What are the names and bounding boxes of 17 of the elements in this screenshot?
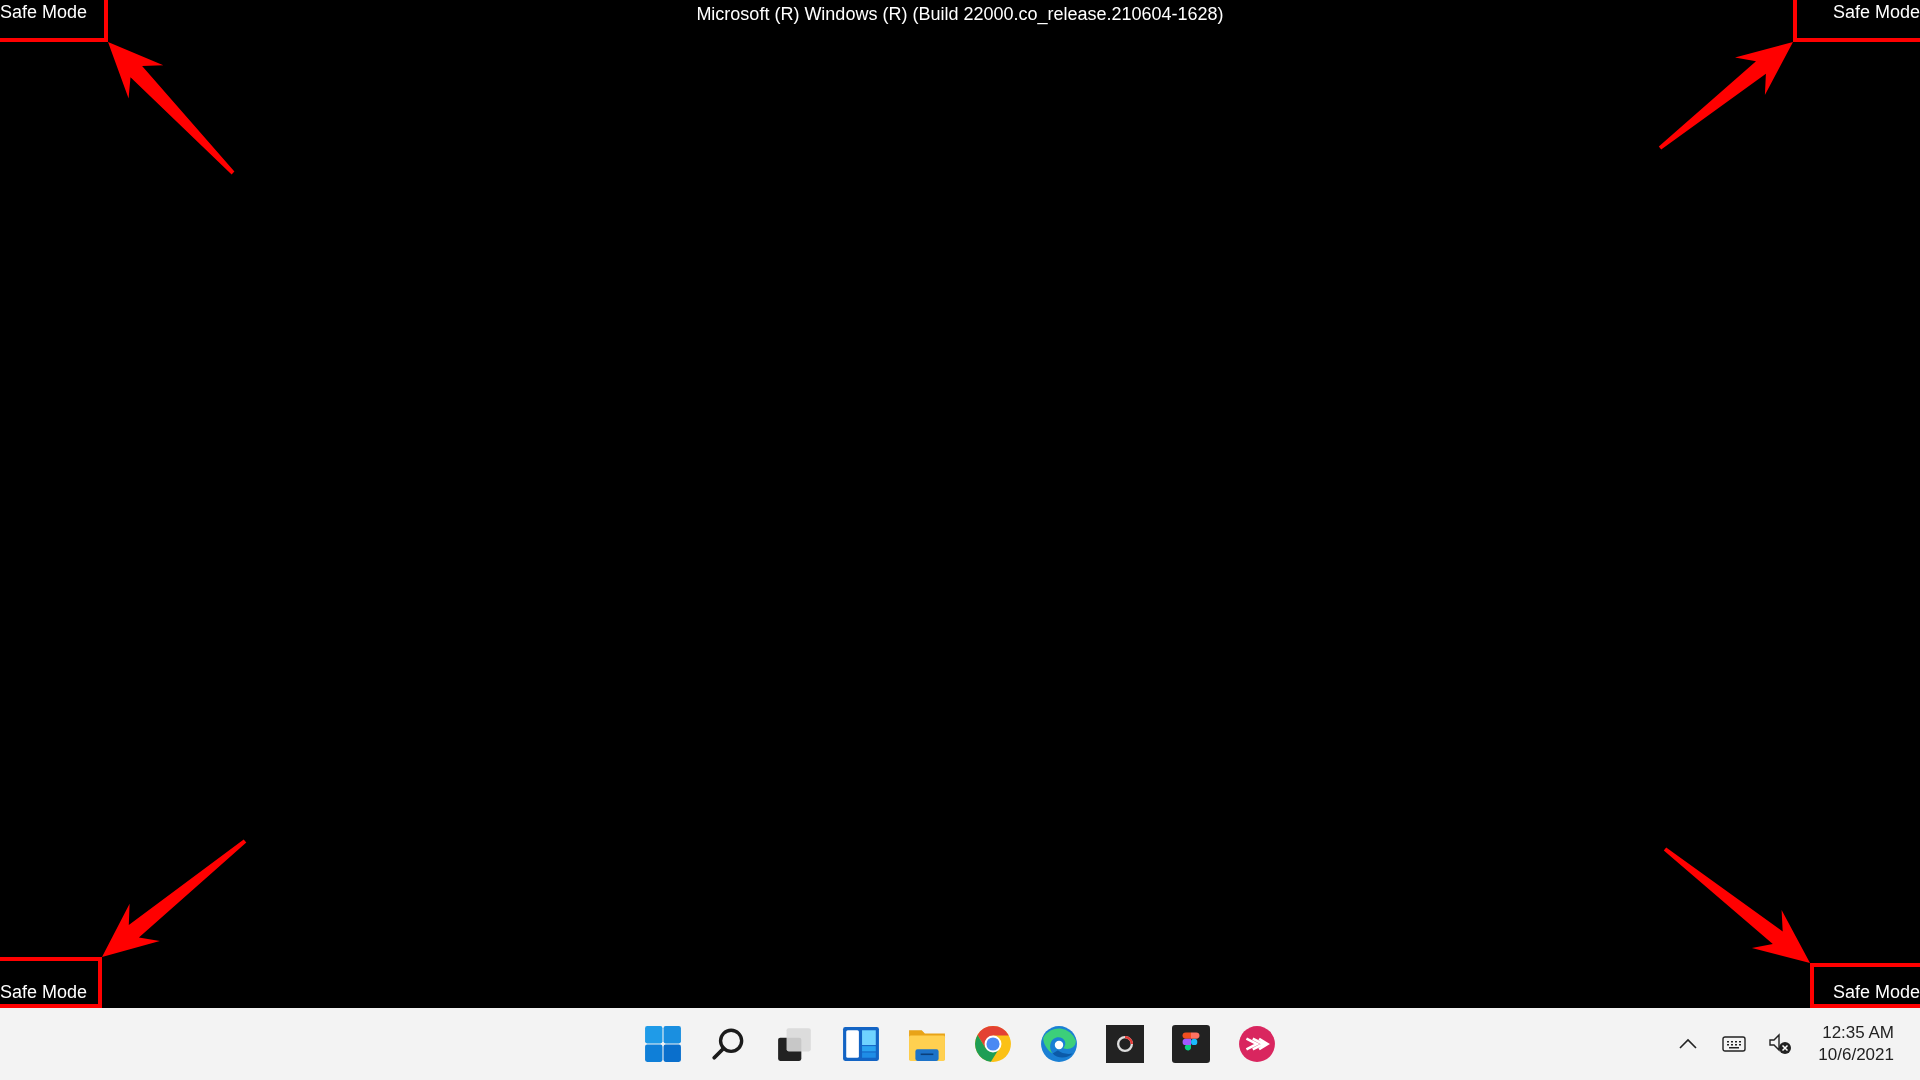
clock-time: 12:35 AM xyxy=(1822,1022,1894,1044)
safe-mode-label: Safe Mode xyxy=(1832,981,1920,1004)
task-view-icon xyxy=(776,1025,814,1063)
keyboard-icon xyxy=(1722,1036,1747,1052)
chevron-app-icon xyxy=(1238,1025,1276,1063)
screen-title: Microsoft (R) Windows (R) (Build 22000.co_release.210604-1628) xyxy=(696,3,1224,26)
windows-logo-icon xyxy=(644,1025,682,1063)
chevron-up-icon xyxy=(1678,1038,1699,1050)
safe-mode-label: Safe Mode xyxy=(0,981,88,1004)
edge-logo-icon xyxy=(1040,1025,1078,1063)
safe-mode-label: Safe Mode xyxy=(1832,1,1920,24)
figma-logo-icon xyxy=(1172,1025,1210,1063)
ring-app-icon xyxy=(1106,1025,1144,1063)
safe-mode-label: Safe Mode xyxy=(0,1,88,24)
chrome-logo-icon xyxy=(974,1025,1012,1063)
widgets-icon xyxy=(842,1025,880,1063)
clock-date: 10/6/2021 xyxy=(1818,1044,1894,1066)
